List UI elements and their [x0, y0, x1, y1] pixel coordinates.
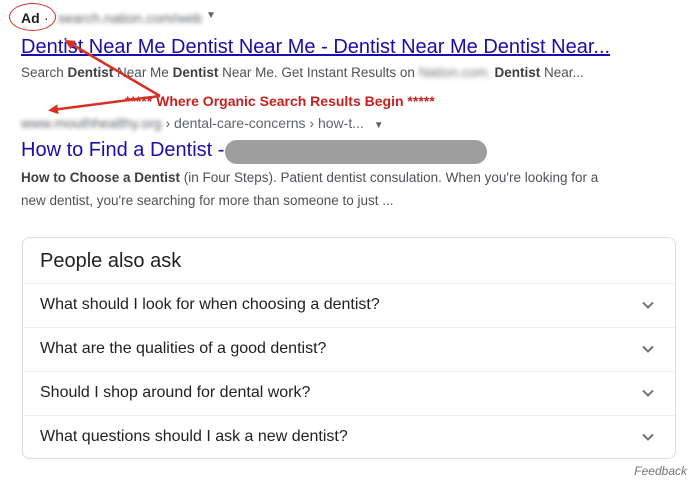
ad-display-url[interactable]: search.nation.com/web: [58, 10, 202, 26]
organic-title-link[interactable]: How to Find a Dentist -: [21, 139, 224, 162]
ad-snippet: Search Dentist Near Me Dentist Near Me. …: [21, 65, 584, 80]
paa-question: What questions should I ask a new dentis…: [40, 428, 348, 445]
feedback-link[interactable]: Feedback: [634, 464, 687, 478]
chevron-down-icon[interactable]: [641, 298, 655, 312]
organic-display-url: www.mouthhealthy.org: [21, 115, 162, 131]
caret-down-icon: ▼: [373, 120, 384, 131]
redaction-bar: [225, 140, 487, 164]
paa-question: What are the qualities of a good dentist…: [40, 340, 327, 357]
ad-highlight-circle: [9, 3, 56, 31]
paa-question: Should I shop around for dental work?: [40, 384, 311, 401]
blurred-domain: Nation.com.: [418, 65, 491, 80]
paa-question-row[interactable]: Should I shop around for dental work?: [23, 371, 675, 415]
ad-title-link[interactable]: Dentist Near Me Dentist Near Me - Dentis…: [21, 36, 610, 59]
caret-down-icon[interactable]: ▼: [206, 10, 216, 21]
chevron-down-icon[interactable]: [641, 342, 655, 356]
paa-question-row[interactable]: What should I look for when choosing a d…: [23, 283, 675, 327]
paa-question-row[interactable]: What questions should I ask a new dentis…: [23, 415, 675, 459]
organic-url-row[interactable]: www.mouthhealthy.org › dental-care-conce…: [21, 115, 384, 131]
people-also-ask-title: People also ask: [40, 250, 182, 272]
chevron-down-icon[interactable]: [641, 430, 655, 444]
paa-question-row[interactable]: What are the qualities of a good dentist…: [23, 327, 675, 371]
paa-question: What should I look for when choosing a d…: [40, 296, 380, 313]
organic-snippet: How to Choose a Dentist (in Four Steps).…: [21, 170, 599, 208]
chevron-down-icon[interactable]: [641, 386, 655, 400]
people-also-ask-box: People also ask What should I look for w…: [22, 237, 676, 459]
organic-results-annotation: ***** Where Organic Search Results Begin…: [125, 93, 435, 109]
organic-breadcrumb: › dental-care-concerns › how-t...: [161, 115, 364, 131]
